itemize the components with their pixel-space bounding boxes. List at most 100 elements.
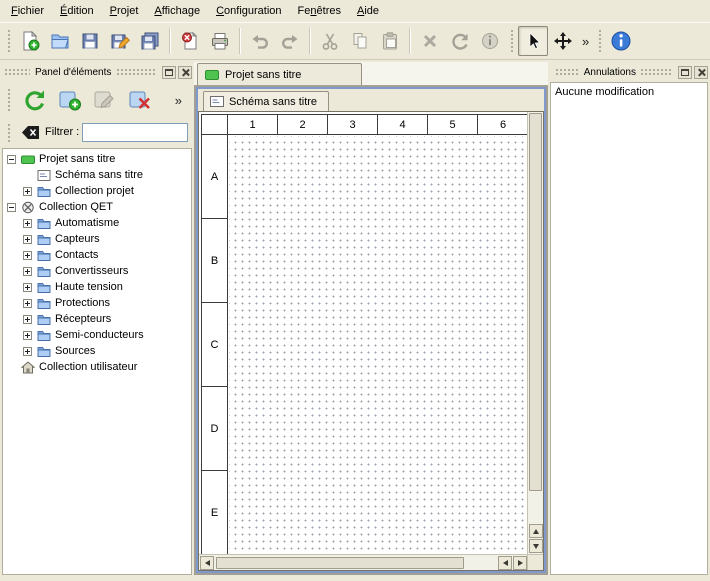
dock-grip[interactable] [4, 68, 30, 76]
expand-icon[interactable] [23, 187, 32, 196]
new-element-button[interactable] [54, 85, 85, 116]
save-as-button[interactable] [105, 26, 135, 56]
expand-icon[interactable] [23, 315, 32, 324]
project-icon [205, 70, 219, 80]
tree-item-collection-qet[interactable]: Collection QET [3, 199, 191, 215]
toolbar-drag-handle[interactable] [6, 122, 11, 142]
toolbar-drag-handle[interactable] [6, 87, 11, 113]
cut-icon [320, 31, 340, 51]
refresh-icon [23, 88, 47, 112]
folder-icon [37, 281, 51, 294]
clear-filter-button[interactable] [18, 122, 42, 143]
tree-item-automatisme[interactable]: Automatisme [3, 215, 191, 231]
row-ruler: A B C D E [202, 135, 228, 554]
tree-item-sources[interactable]: Sources [3, 343, 191, 359]
close-panel-button[interactable] [178, 66, 192, 79]
menu-configuration[interactable]: Configuration [208, 0, 289, 22]
ruler-column: 3 [328, 115, 378, 134]
expand-icon[interactable] [23, 331, 32, 340]
pan-mode-button[interactable] [548, 26, 578, 56]
toolbar-drag-handle[interactable] [509, 28, 514, 54]
tree-item-haute-tension[interactable]: Haute tension [3, 279, 191, 295]
menu-affichage[interactable]: Affichage [146, 0, 208, 22]
schema-viewport[interactable]: 1 2 3 4 5 6 A B C [199, 112, 527, 554]
menu-fichier[interactable]: Fichier [3, 0, 52, 22]
dock-grip[interactable] [116, 68, 155, 76]
tree-item-semi-conducteurs[interactable]: Semi-conducteurs [3, 327, 191, 343]
new-file-button[interactable] [15, 26, 45, 56]
collapse-icon[interactable] [7, 203, 16, 212]
tree-item-schema[interactable]: Schéma sans titre [3, 167, 191, 183]
tree-item-convertisseurs[interactable]: Convertisseurs [3, 263, 191, 279]
delete-element-button[interactable] [124, 85, 155, 116]
float-panel-button[interactable] [678, 66, 692, 79]
elements-panel: Panel d'éléments [2, 64, 192, 575]
float-panel-button[interactable] [162, 66, 176, 79]
drawing-grid[interactable] [229, 136, 527, 554]
scroll-left-button[interactable] [200, 556, 214, 570]
tree-item-recepteurs[interactable]: Récepteurs [3, 311, 191, 327]
reload-collections-button[interactable] [19, 85, 50, 116]
save-button[interactable] [75, 26, 105, 56]
redo-icon [280, 31, 300, 51]
tree-item-contacts[interactable]: Contacts [3, 247, 191, 263]
vertical-scrollbar-thumb[interactable] [529, 113, 542, 491]
undo-panel-title: Annulations [584, 67, 636, 78]
panel-toolbar-overflow-button[interactable]: » [171, 93, 186, 108]
horizontal-scrollbar[interactable] [199, 554, 527, 570]
scroll-left-button[interactable] [498, 556, 512, 570]
expand-icon[interactable] [23, 283, 32, 292]
open-file-button[interactable] [45, 26, 75, 56]
schema-icon [37, 169, 51, 182]
expand-icon[interactable] [23, 267, 32, 276]
elements-panel-title: Panel d'éléments [35, 67, 111, 78]
selection-mode-button[interactable] [518, 26, 548, 56]
menu-fenetres[interactable]: Fenêtres [290, 0, 349, 22]
undo-history-list[interactable]: Aucune modification [550, 82, 708, 575]
project-tab-bar: Projet sans titre [194, 62, 548, 86]
undo-panel-titlebar[interactable]: Annulations [550, 64, 708, 80]
expand-icon[interactable] [23, 235, 32, 244]
scroll-right-button[interactable] [513, 556, 527, 570]
folder-icon [37, 185, 51, 198]
collapse-icon[interactable] [7, 155, 16, 164]
close-panel-button[interactable] [694, 66, 708, 79]
tree-item-protections[interactable]: Protections [3, 295, 191, 311]
ruler-row: D [202, 387, 227, 471]
menu-aide[interactable]: Aide [349, 0, 387, 22]
elements-panel-titlebar[interactable]: Panel d'éléments [2, 64, 192, 80]
about-button[interactable] [606, 26, 636, 56]
expand-icon[interactable] [23, 299, 32, 308]
menu-projet[interactable]: Projet [102, 0, 147, 22]
tab-project[interactable]: Projet sans titre [197, 63, 362, 85]
expand-icon[interactable] [23, 219, 32, 228]
folder-icon [37, 297, 51, 310]
arrow-left-icon [503, 560, 508, 566]
scroll-down-button[interactable] [529, 539, 543, 553]
expand-icon[interactable] [23, 347, 32, 356]
tree-item-capteurs[interactable]: Capteurs [3, 231, 191, 247]
tree-item-collection-utilisateur[interactable]: Collection utilisateur [3, 359, 191, 375]
filter-input[interactable] [82, 123, 188, 142]
toolbar-separator [309, 28, 311, 54]
toolbar-overflow-button[interactable]: » [578, 34, 593, 49]
clear-filter-icon [21, 125, 40, 140]
edit-element-button [89, 85, 120, 116]
rotate-icon [450, 31, 470, 51]
tab-schema[interactable]: Schéma sans titre [203, 91, 329, 111]
close-file-button[interactable] [175, 26, 205, 56]
scroll-up-button[interactable] [529, 524, 543, 538]
toolbar-drag-handle[interactable] [6, 28, 11, 54]
menu-edition[interactable]: Édition [52, 0, 102, 22]
horizontal-scrollbar-thumb[interactable] [216, 557, 464, 569]
print-button[interactable] [205, 26, 235, 56]
tree-item-collection-projet[interactable]: Collection projet [3, 183, 191, 199]
dock-grip[interactable] [640, 68, 672, 76]
vertical-scrollbar[interactable] [527, 112, 543, 554]
dock-grip[interactable] [555, 68, 579, 76]
save-all-button[interactable] [135, 26, 165, 56]
tree-item-project[interactable]: Projet sans titre [3, 151, 191, 167]
toolbar-drag-handle[interactable] [597, 28, 602, 54]
paste-button [375, 26, 405, 56]
expand-icon[interactable] [23, 251, 32, 260]
